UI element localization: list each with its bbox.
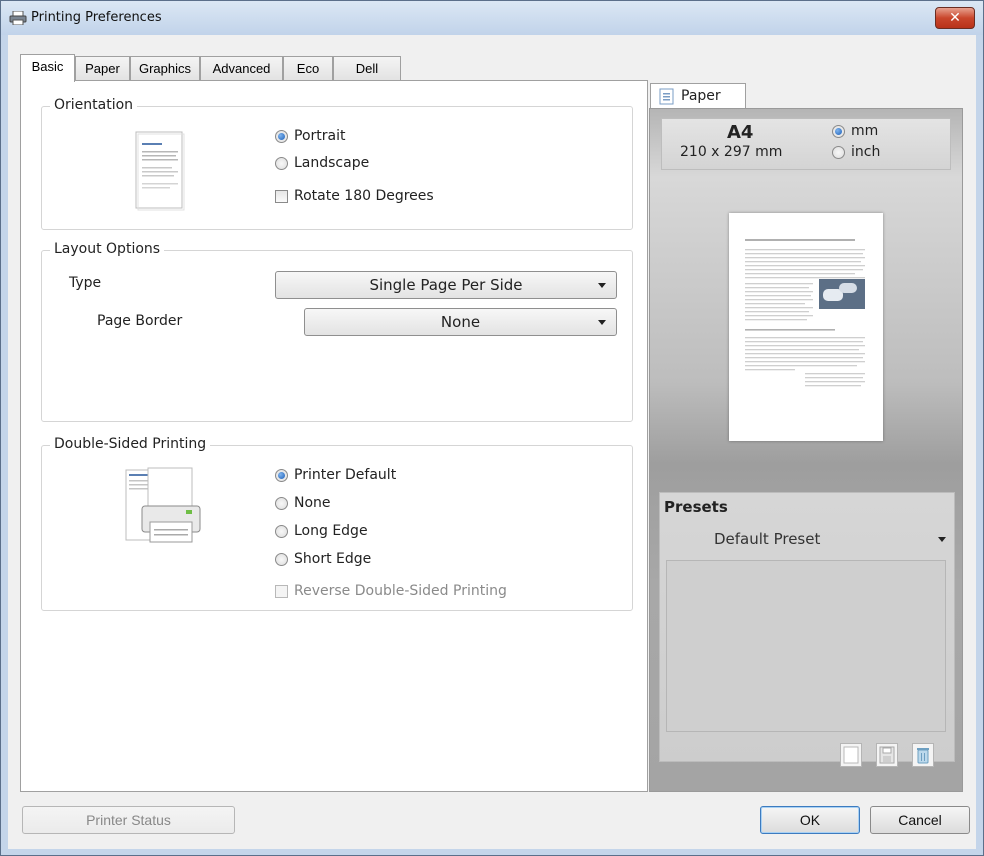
duplex-printer-default-radio[interactable]: Printer Default <box>275 467 396 483</box>
unit-inch-radio[interactable]: inch <box>832 144 880 160</box>
duplex-option-label: Long Edge <box>294 523 368 539</box>
title-bar: Printing Preferences ✕ <box>1 1 983 35</box>
checkbox-indicator <box>275 189 288 203</box>
radio-indicator <box>275 468 288 482</box>
portrait-radio[interactable]: Portrait <box>275 128 345 144</box>
radio-indicator <box>275 129 288 143</box>
portrait-label: Portrait <box>294 128 346 144</box>
landscape-label: Landscape <box>294 155 370 171</box>
unit-mm-label: mm <box>851 123 879 139</box>
trash-icon <box>917 748 929 764</box>
tab-label: Advanced <box>212 61 271 76</box>
radio-indicator <box>275 524 288 538</box>
rotate-180-label: Rotate 180 Degrees <box>294 188 434 204</box>
layout-options-legend: Layout Options <box>50 241 165 257</box>
presets-panel: Presets Default Preset <box>659 492 955 767</box>
tab-graphics[interactable]: Graphics <box>130 56 200 81</box>
page-border-value: None <box>440 313 481 331</box>
unit-inch-label: inch <box>851 144 881 160</box>
duplex-option-label: None <box>294 495 331 511</box>
radio-indicator <box>275 552 288 566</box>
duplex-short-edge-radio[interactable]: Short Edge <box>275 551 371 567</box>
tab-label: Dell <box>355 61 379 76</box>
cancel-label: Cancel <box>898 812 942 828</box>
printer-icon <box>9 11 27 25</box>
chevron-down-icon <box>598 320 606 325</box>
ok-label: OK <box>799 812 821 828</box>
save-preset-button[interactable] <box>876 743 898 767</box>
layout-type-value: Single Page Per Side <box>369 276 523 294</box>
paper-size: A4 <box>727 122 754 143</box>
duplex-long-edge-radio[interactable]: Long Edge <box>275 523 368 539</box>
orientation-group: Orientation Portrait Landscape Rotate 18… <box>41 97 633 230</box>
tab-dell[interactable]: Dell <box>333 56 401 81</box>
preview-tab-label: Paper <box>681 88 721 104</box>
duplex-option-label: Printer Default <box>294 467 397 483</box>
double-sided-group: Double-Sided Printing Printer Default No… <box>41 436 633 611</box>
new-preset-icon <box>843 746 859 764</box>
basic-tab-panel: Orientation Portrait Landscape Rotate 18… <box>20 80 648 792</box>
tab-paper[interactable]: Paper <box>75 56 130 81</box>
new-preset-button[interactable] <box>840 743 862 767</box>
tab-label: Eco <box>296 61 320 76</box>
paper-icon <box>659 88 674 105</box>
checkbox-indicator <box>275 584 288 598</box>
tab-advanced[interactable]: Advanced <box>200 56 283 81</box>
rotate-180-checkbox[interactable]: Rotate 180 Degrees <box>275 188 434 204</box>
double-sided-legend: Double-Sided Printing <box>50 436 211 452</box>
radio-indicator <box>275 496 288 510</box>
delete-preset-button[interactable] <box>912 743 934 767</box>
paper-info: A4 210 x 297 mm mm inch <box>661 118 951 170</box>
presets-dropdown[interactable]: Default Preset <box>664 525 950 553</box>
tab-basic[interactable]: Basic <box>20 54 75 82</box>
printing-preferences-window: Printing Preferences ✕ Basic Paper Graph… <box>0 0 984 856</box>
close-button[interactable]: ✕ <box>935 7 975 29</box>
tab-eco[interactable]: Eco <box>283 56 333 81</box>
radio-indicator <box>832 145 845 159</box>
radio-indicator <box>275 156 288 170</box>
preview-tab-paper[interactable]: Paper <box>650 83 746 109</box>
duplex-printer-icon <box>125 467 201 543</box>
presets-list[interactable] <box>666 560 946 732</box>
window-title: Printing Preferences <box>31 10 162 25</box>
ok-button[interactable]: OK <box>760 806 860 834</box>
type-label: Type <box>69 275 102 291</box>
reverse-duplex-checkbox[interactable]: Reverse Double-Sided Printing <box>275 583 507 599</box>
duplex-none-radio[interactable]: None <box>275 495 331 511</box>
page-border-label: Page Border <box>97 313 183 329</box>
printer-status-label: Printer Status <box>86 812 171 828</box>
page-border-dropdown[interactable]: None <box>304 308 617 336</box>
layout-type-dropdown[interactable]: Single Page Per Side <box>275 271 617 299</box>
tab-label: Graphics <box>138 61 192 76</box>
save-icon <box>879 746 895 764</box>
chevron-down-icon <box>938 537 946 542</box>
cancel-button[interactable]: Cancel <box>870 806 970 834</box>
paper-dimensions: 210 x 297 mm <box>680 144 783 160</box>
preview-panel: A4 210 x 297 mm mm inch Presets Default … <box>649 108 963 792</box>
reverse-duplex-label: Reverse Double-Sided Printing <box>294 583 507 599</box>
dialog-client: Basic Paper Graphics Advanced Eco Dell O… <box>8 35 976 849</box>
landscape-radio[interactable]: Landscape <box>275 155 369 171</box>
presets-title: Presets <box>664 498 728 516</box>
close-icon: ✕ <box>949 10 961 26</box>
orientation-legend: Orientation <box>50 97 138 113</box>
tab-label: Basic <box>31 59 64 74</box>
presets-selected: Default Preset <box>714 530 821 548</box>
printer-status-button[interactable]: Printer Status <box>22 806 235 834</box>
page-preview-image <box>745 239 865 387</box>
radio-indicator <box>832 124 845 138</box>
duplex-option-label: Short Edge <box>294 551 372 567</box>
layout-options-group: Layout Options Type Single Page Per Side… <box>41 241 633 422</box>
chevron-down-icon <box>598 283 606 288</box>
page-preview-sheet <box>729 213 883 441</box>
portrait-page-icon <box>135 131 185 211</box>
unit-mm-radio[interactable]: mm <box>832 123 878 139</box>
tab-label: Paper <box>85 61 120 76</box>
